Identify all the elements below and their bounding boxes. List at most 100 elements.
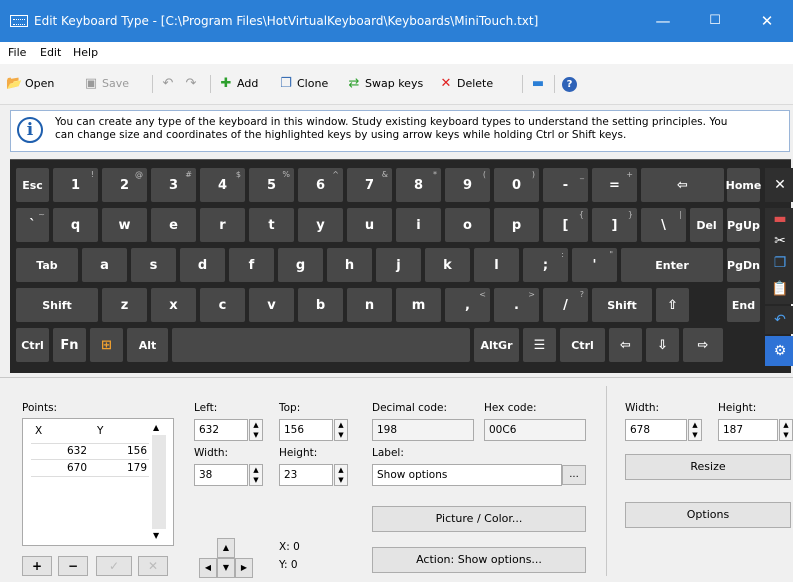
key-height-spinner[interactable]: ▲ ▼	[334, 464, 348, 486]
top-input[interactable]: 156	[279, 419, 333, 441]
point-y[interactable]: 156	[127, 445, 147, 457]
add-button[interactable]: ✚ Add	[218, 72, 259, 96]
key[interactable]: w	[102, 208, 147, 242]
left-spinner[interactable]: ▲ ▼	[249, 419, 263, 441]
key[interactable]: 1!	[53, 168, 98, 202]
top-spinner[interactable]: ▲ ▼	[334, 419, 348, 441]
left-input[interactable]: 632	[194, 419, 248, 441]
clone-button[interactable]: ❐ Clone	[278, 72, 328, 96]
key[interactable]: i	[396, 208, 441, 242]
key[interactable]: m	[396, 288, 441, 322]
key[interactable]: q	[53, 208, 98, 242]
copy-icon[interactable]: ❐	[765, 252, 793, 274]
key[interactable]: Ctrl	[16, 328, 49, 362]
options-button[interactable]: Options	[625, 502, 791, 528]
save-button[interactable]: ▣ Save	[83, 72, 129, 96]
key[interactable]: ]}	[592, 208, 637, 242]
key[interactable]: = +	[592, 168, 637, 202]
key[interactable]: - _	[543, 168, 588, 202]
minimize-button[interactable]: —	[637, 0, 689, 42]
key[interactable]: ` ~	[16, 208, 49, 242]
key[interactable]: n	[347, 288, 392, 322]
help-button[interactable]: ?	[562, 72, 577, 96]
points-list[interactable]: X Y ▲ ▼ 632 156 670 179	[22, 418, 174, 546]
key-width-input[interactable]: 38	[194, 464, 248, 486]
key[interactable]: ' "	[572, 248, 617, 282]
key[interactable]: PgDn	[727, 248, 760, 282]
key[interactable]: ⇩	[646, 328, 679, 362]
kbd-width-spinner[interactable]: ▲ ▼	[688, 419, 702, 441]
key[interactable]: 0)	[494, 168, 539, 202]
scroll-down-icon[interactable]: ▼	[153, 531, 159, 540]
key[interactable]: , <	[445, 288, 490, 322]
key[interactable]: e	[151, 208, 196, 242]
key[interactable]: AltGr	[474, 328, 519, 362]
confirm-point-button[interactable]: ✓	[96, 556, 132, 576]
close-icon[interactable]: ✕	[765, 168, 793, 202]
open-button[interactable]: 📂 Open	[6, 72, 54, 96]
swap-keys-button[interactable]: ⇄ Swap keys	[346, 72, 424, 96]
remove-point-button[interactable]: −	[58, 556, 88, 576]
key[interactable]: k	[425, 248, 470, 282]
key[interactable]: 5%	[249, 168, 294, 202]
move-right-button[interactable]: ▶	[235, 558, 253, 578]
point-y[interactable]: 179	[127, 462, 147, 474]
key[interactable]: Ctrl	[560, 328, 605, 362]
key[interactable]: ⊞	[90, 328, 123, 362]
resize-button[interactable]: Resize	[625, 454, 791, 480]
key[interactable]: ⇨	[683, 328, 723, 362]
move-down-button[interactable]: ▼	[217, 558, 235, 578]
key[interactable]	[172, 328, 470, 362]
key[interactable]: r	[200, 208, 245, 242]
cut-icon[interactable]: ✂	[765, 230, 793, 252]
key[interactable]: Esc	[16, 168, 49, 202]
key[interactable]: End	[727, 288, 760, 322]
keyboard-button[interactable]: ▬	[530, 72, 546, 96]
key[interactable]: t	[249, 208, 294, 242]
key[interactable]: Shift	[592, 288, 652, 322]
key[interactable]: /?	[543, 288, 588, 322]
key[interactable]: p	[494, 208, 539, 242]
kbd-height-input[interactable]: 187	[718, 419, 778, 441]
kbd-height-spinner[interactable]: ▲ ▼	[779, 419, 793, 441]
key[interactable]: PgUp	[727, 208, 760, 242]
key[interactable]: o	[445, 208, 490, 242]
points-scrollbar[interactable]	[152, 435, 166, 529]
key-height-input[interactable]: 23	[279, 464, 333, 486]
undo-icon[interactable]: ↶	[765, 306, 793, 334]
key[interactable]: h	[327, 248, 372, 282]
point-x[interactable]: 670	[67, 462, 87, 474]
key[interactable]: u	[347, 208, 392, 242]
decimal-code-input[interactable]: 198	[372, 419, 474, 441]
key[interactable]: Enter	[621, 248, 723, 282]
key[interactable]: ⇧	[656, 288, 689, 322]
menu-help[interactable]: Help	[73, 42, 98, 64]
key[interactable]: b	[298, 288, 343, 322]
key[interactable]: 8 *	[396, 168, 441, 202]
key[interactable]: . >	[494, 288, 539, 322]
key[interactable]: Tab	[16, 248, 78, 282]
key[interactable]: x	[151, 288, 196, 322]
cancel-point-button[interactable]: ✕	[138, 556, 168, 576]
key[interactable]: \ |	[641, 208, 686, 242]
key[interactable]: l	[474, 248, 519, 282]
keyboard-preview[interactable]: Esc 1! 2 @3 #4 $5% 6 ^ 7 & 8 * 9(0) - _ = + ⇦ Home ` ~ q w e r t y…	[10, 159, 793, 373]
close-button[interactable]: ✕	[741, 0, 793, 42]
key[interactable]: g	[278, 248, 323, 282]
key[interactable]: Shift	[16, 288, 98, 322]
delete-button[interactable]: ✕ Delete	[438, 72, 494, 96]
hex-code-input[interactable]: 00C6	[484, 419, 586, 441]
redo-button[interactable]: ↷	[183, 72, 199, 96]
paste-icon[interactable]: 📋	[765, 274, 793, 304]
key[interactable]: a	[82, 248, 127, 282]
key[interactable]: ⇦	[609, 328, 642, 362]
key[interactable]: f	[229, 248, 274, 282]
key[interactable]: Home	[726, 168, 761, 202]
maximize-button[interactable]: ☐	[689, 0, 741, 42]
key[interactable]: ;:	[523, 248, 568, 282]
key[interactable]: 3 #	[151, 168, 196, 202]
action-button[interactable]: Action: Show options...	[372, 547, 586, 573]
scroll-up-icon[interactable]: ▲	[153, 423, 159, 432]
key[interactable]: z	[102, 288, 147, 322]
key[interactable]: Alt	[127, 328, 168, 362]
